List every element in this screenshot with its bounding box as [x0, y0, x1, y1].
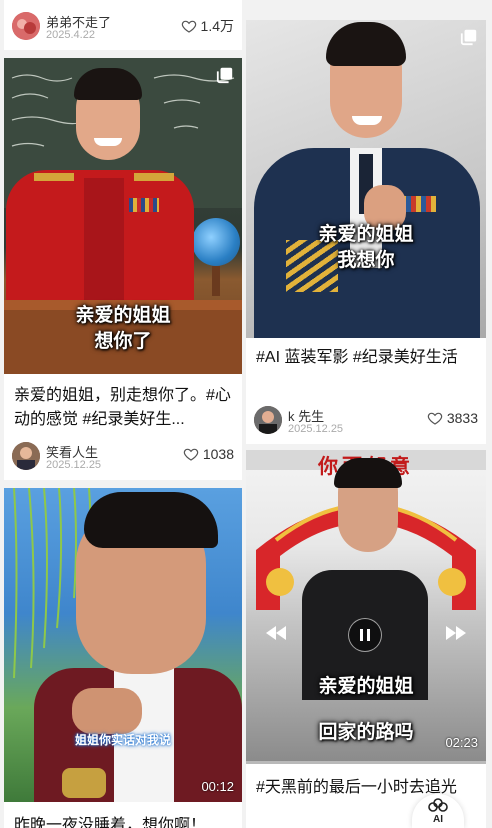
- forward-icon[interactable]: [446, 626, 466, 640]
- like-button[interactable]: 3833: [427, 410, 478, 426]
- subtitle-line: 亲爱的姐姐: [318, 676, 414, 697]
- subtitle-line: 想你了: [94, 331, 152, 352]
- video-progress-bar[interactable]: [246, 761, 486, 764]
- video-thumbnail[interactable]: 你而郁意 亲爱的姐姐 回家的路吗 02:23: [246, 450, 486, 764]
- heart-icon: [183, 448, 199, 461]
- post-caption[interactable]: 亲爱的姐姐，别走想你了。#心动的感觉 #纪录美好生...: [14, 384, 234, 432]
- post-card-1[interactable]: 弟弟不走了 2025.4.22 1.4万: [4, 0, 242, 50]
- post-caption[interactable]: #AI 蓝装军影 #纪录美好生活: [256, 346, 478, 394]
- post-thumbnail[interactable]: 亲爱的姐姐 我想你: [246, 20, 486, 338]
- post-card-4[interactable]: 姐姐你实话对我说 00:12 昨晚一夜没睡着，想你啊！: [4, 488, 242, 828]
- avatar[interactable]: [12, 12, 40, 40]
- heart-icon: [427, 412, 443, 425]
- multi-image-icon: [460, 29, 477, 46]
- like-count: 3833: [446, 410, 478, 426]
- post-date: 2025.12.25: [46, 459, 102, 471]
- like-count: 1.4万: [200, 18, 234, 34]
- heart-icon: [181, 20, 196, 33]
- video-subtitle: 亲爱的姐姐 想你了: [4, 303, 242, 355]
- video-duration: 02:23: [445, 735, 478, 750]
- post-card-5[interactable]: 你而郁意 亲爱的姐姐 回家的路吗 02:23 #天黑前的最后一小时去追光: [246, 450, 486, 828]
- post-card-3[interactable]: 亲爱的姐姐 我想你 #AI 蓝装军影 #纪录美好生活 k 先生 2025.12.…: [246, 20, 486, 444]
- post-caption[interactable]: 昨晚一夜没睡着，想你啊！: [14, 814, 234, 828]
- post-thumbnail[interactable]: 亲爱的姐姐 想你了: [4, 58, 242, 374]
- multi-image-icon: [216, 67, 233, 84]
- like-button[interactable]: 1038: [183, 446, 234, 462]
- ai-label: AI: [433, 814, 443, 825]
- pause-button[interactable]: [348, 618, 382, 652]
- post-date: 2025.12.25: [288, 423, 344, 435]
- video-thumbnail[interactable]: 姐姐你实话对我说 00:12: [4, 488, 242, 802]
- post-date: 2025.4.22: [46, 29, 95, 41]
- pause-icon: [360, 629, 370, 641]
- subtitle-line: 我想你: [337, 250, 395, 271]
- avatar[interactable]: [12, 442, 40, 470]
- rewind-icon[interactable]: [266, 626, 286, 640]
- video-subtitle: 姐姐你实话对我说: [74, 733, 171, 747]
- video-subtitle: 亲爱的姐姐 我想你: [246, 222, 486, 274]
- flower-icon: [428, 798, 448, 812]
- avatar[interactable]: [254, 406, 282, 434]
- like-button[interactable]: 1.4万: [181, 16, 234, 36]
- subtitle-line: 亲爱的姐姐: [318, 224, 414, 245]
- video-duration: 00:12: [201, 779, 234, 794]
- post-card-2[interactable]: 亲爱的姐姐 想你了 亲爱的姐姐，别走想你了。#心动的感觉 #纪录美好生... 笑…: [4, 58, 242, 480]
- like-count: 1038: [202, 446, 234, 462]
- subtitle-line: 亲爱的姐姐: [75, 305, 171, 326]
